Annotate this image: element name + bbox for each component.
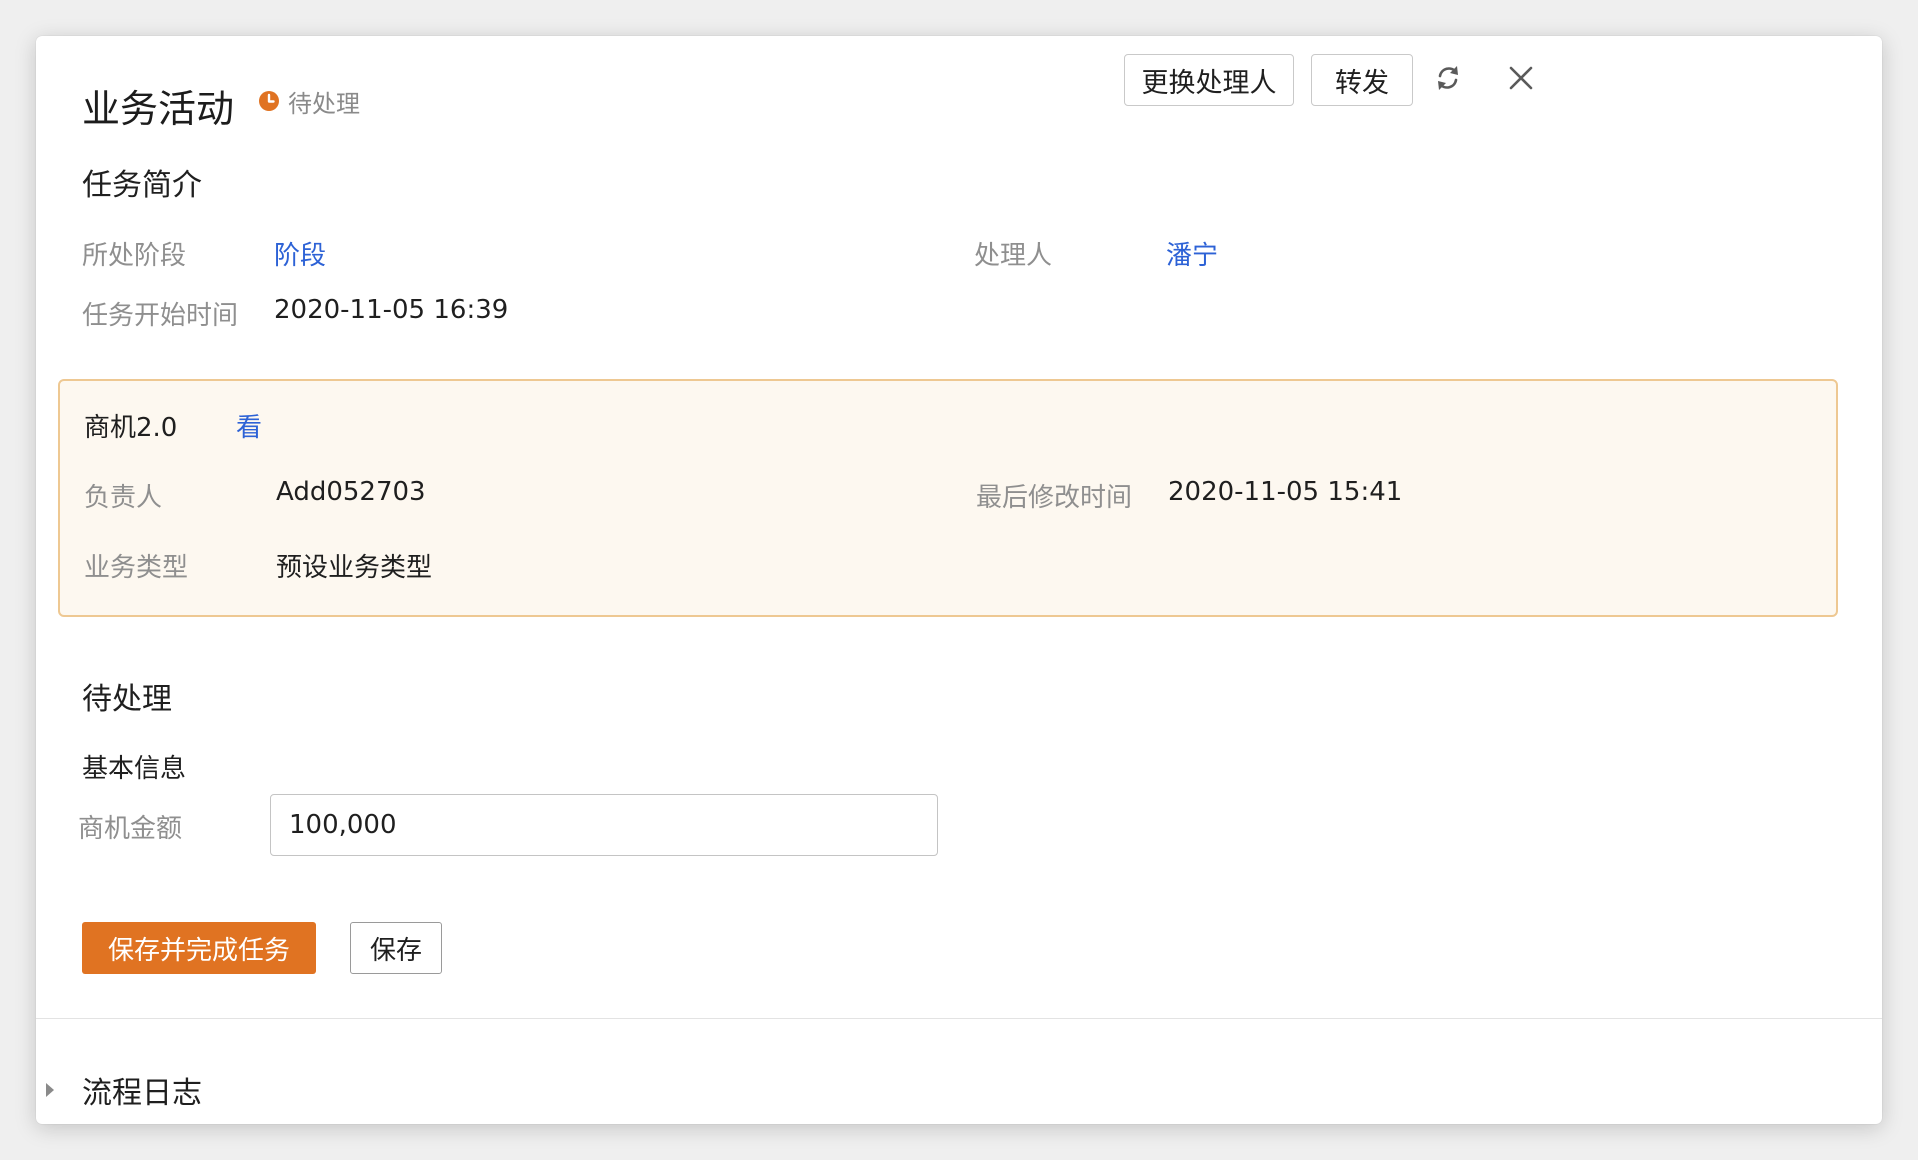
close-icon (1507, 64, 1535, 96)
owner-value: Add052703 (276, 477, 426, 507)
clock-icon (258, 90, 280, 112)
process-log-toggle[interactable]: 流程日志 (46, 1068, 202, 1112)
handler-link[interactable]: 潘宁 (1166, 235, 1218, 272)
card-title: 商机2.0 (84, 413, 178, 443)
modified-value: 2020-11-05 15:41 (1168, 477, 1403, 507)
amount-label: 商机金额 (78, 814, 183, 844)
status-text: 待处理 (288, 89, 360, 118)
task-dialog: 业务活动 待处理 更换处理人 转发 任务简介 所处阶段 阶段 处理人 潘宁 任务… (36, 36, 1882, 1124)
dialog-title: 业务活动 (82, 87, 235, 131)
stage-link[interactable]: 阶段 (274, 235, 326, 272)
divider (36, 1018, 1882, 1019)
basic-info-heading: 基本信息 (82, 754, 187, 784)
start-time-label: 任务开始时间 (82, 301, 239, 331)
save-button[interactable]: 保存 (350, 922, 442, 974)
handler-label: 处理人 (974, 241, 1053, 271)
close-button[interactable] (1501, 60, 1541, 100)
summary-title: 任务简介 (82, 168, 202, 203)
card-view-link[interactable]: 看 (236, 407, 262, 444)
save-and-complete-button[interactable]: 保存并完成任务 (82, 922, 316, 974)
caret-right-icon (46, 1083, 54, 1097)
modified-label: 最后修改时间 (976, 483, 1133, 513)
stage-label: 所处阶段 (82, 241, 187, 271)
process-log-title: 流程日志 (82, 1076, 202, 1111)
owner-label: 负责人 (84, 483, 163, 513)
change-handler-button[interactable]: 更换处理人 (1124, 54, 1294, 106)
pending-title: 待处理 (82, 682, 172, 717)
forward-button[interactable]: 转发 (1311, 54, 1413, 106)
refresh-icon (1432, 62, 1464, 98)
opportunity-card: 商机2.0 看 负责人 Add052703 最后修改时间 2020-11-05 … (58, 379, 1838, 617)
refresh-button[interactable] (1428, 60, 1468, 100)
start-time-value: 2020-11-05 16:39 (274, 295, 509, 325)
status-badge: 待处理 (258, 86, 360, 118)
amount-input[interactable] (270, 794, 938, 856)
type-label: 业务类型 (84, 553, 189, 583)
type-value: 预设业务类型 (276, 553, 433, 583)
